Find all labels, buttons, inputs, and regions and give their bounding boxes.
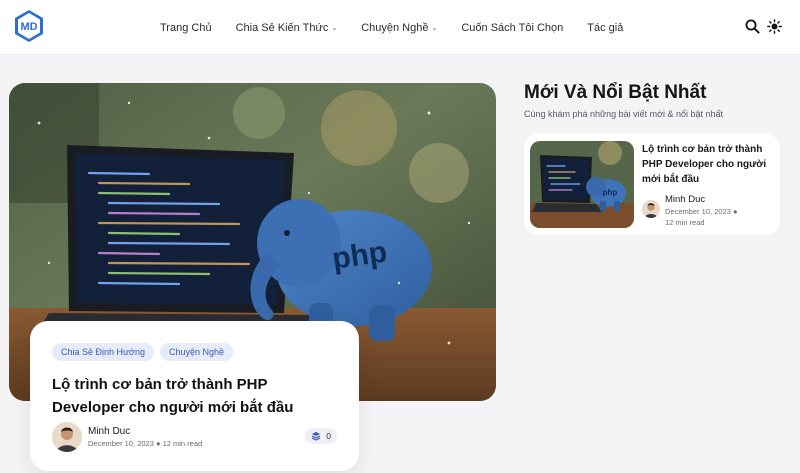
sidebar-subheading: Cùng khám phá những bài viết mới & nổi b… — [524, 109, 724, 119]
post-date: December 10, 2023 — [665, 207, 731, 216]
search-icon[interactable] — [744, 18, 760, 34]
nav-item-home[interactable]: Trang Chủ — [160, 22, 212, 34]
nav-item-author[interactable]: Tác giả — [587, 22, 623, 34]
nav-item-label: Trang Chủ — [160, 21, 212, 34]
post-meta: Minh Duc December 10, 2023 ● 12 min read — [52, 422, 202, 452]
author-name[interactable]: Minh Duc — [88, 426, 202, 437]
nav-item-books[interactable]: Cuốn Sách Tôi Chọn — [461, 22, 563, 34]
read-time: 12 min read — [665, 218, 705, 227]
tag-chip[interactable]: Chia Sẻ Định Hướng — [52, 343, 154, 361]
post-date-readtime: December 10, 2023 ● 12 min read — [665, 207, 738, 227]
logo-icon: MD — [15, 10, 43, 42]
chevron-down-icon: ⌄ — [431, 24, 438, 32]
svg-text:php: php — [603, 188, 618, 197]
svg-text:MD: MD — [20, 21, 37, 33]
comments-count-button[interactable]: 0 — [305, 428, 337, 444]
sidebar-post-meta: Minh Duc December 10, 2023 ● 12 min read — [642, 194, 738, 228]
site-header: MD Trang Chủ Chia Sẻ Kiến Thức ⌄ Chuyện … — [0, 0, 800, 55]
post-meta-text: Minh Duc December 10, 2023 ● 12 min read — [88, 426, 202, 448]
tag-chip[interactable]: Chuyện Nghề — [159, 343, 234, 361]
read-time: 12 min read — [162, 439, 203, 448]
main-nav: Trang Chủ Chia Sẻ Kiến Thức ⌄ Chuyện Ngh… — [160, 0, 647, 55]
nav-item-label: Chuyện Nghề — [361, 21, 429, 34]
sidebar-post-title[interactable]: Lộ trình cơ bản trở thành PHP Developer … — [642, 142, 774, 187]
nav-item-label: Chia Sẻ Kiến Thức — [235, 21, 329, 34]
post-tags: Chia Sẻ Định Hướng Chuyện Nghề — [52, 343, 337, 361]
nav-item-label: Tác giả — [587, 21, 624, 34]
sun-icon[interactable] — [766, 18, 782, 34]
comment-icon — [311, 432, 321, 441]
nav-item-career[interactable]: Chuyện Nghề ⌄ — [361, 22, 437, 34]
post-date-readtime: December 10, 2023 ● 12 min read — [88, 439, 203, 448]
chevron-down-icon: ⌄ — [331, 24, 338, 32]
avatar[interactable] — [52, 422, 82, 452]
author-name[interactable]: Minh Duc — [665, 194, 738, 205]
sidebar-post-card[interactable]: php Lộ trình cơ bản trở thành PHP Develo… — [524, 134, 780, 235]
hero-post-card: Chia Sẻ Định Hướng Chuyện Nghề Lộ trình … — [30, 321, 359, 471]
sidebar-heading: Mới Và Nổi Bật Nhất — [524, 82, 707, 103]
sidebar-post-thumbnail[interactable]: php — [530, 141, 634, 228]
hero-post-title[interactable]: Lộ trình cơ bản trở thành PHP Developer … — [52, 373, 332, 419]
nav-item-knowledge[interactable]: Chia Sẻ Kiến Thức ⌄ — [236, 22, 338, 34]
nav-item-label: Cuốn Sách Tôi Chọn — [461, 21, 564, 34]
site-logo[interactable]: MD — [14, 9, 44, 43]
post-date: December 10, 2023 — [88, 439, 154, 448]
avatar[interactable] — [642, 200, 660, 218]
sidebar-post-meta-text: Minh Duc December 10, 2023 ● 12 min read — [665, 194, 738, 228]
comments-count: 0 — [326, 431, 331, 441]
